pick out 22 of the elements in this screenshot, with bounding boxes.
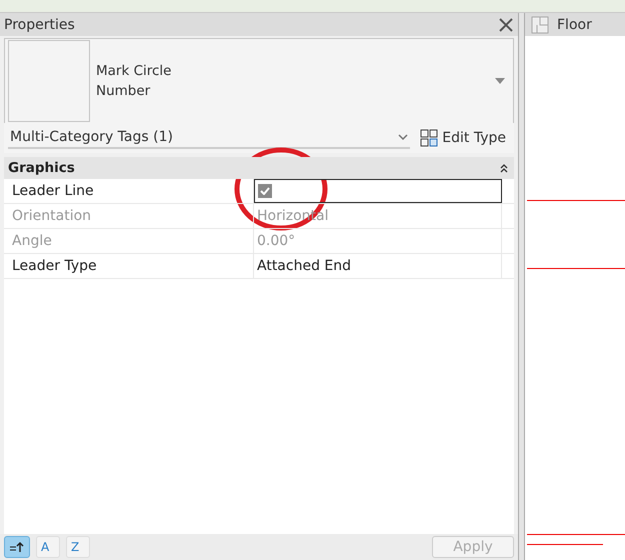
caret-icon[interactable] — [495, 78, 505, 84]
property-label: Angle — [4, 229, 254, 253]
property-value: 0.00° — [254, 229, 502, 253]
floor-plan-icon — [531, 16, 549, 34]
property-label: Orientation — [4, 204, 254, 228]
type-name: Mark Circle Number — [96, 62, 172, 101]
chevron-icon — [398, 134, 408, 140]
group-title: Graphics — [8, 160, 75, 176]
categorize-icon[interactable] — [4, 536, 30, 558]
property-label: Leader Line — [4, 179, 254, 203]
panel-title: Properties — [4, 16, 75, 32]
edit-type-icon — [420, 129, 438, 147]
property-value: Attached End — [254, 254, 502, 278]
instance-dropdown[interactable]: Multi-Category Tags (1) — [8, 127, 410, 149]
sort-button[interactable]: A — [36, 536, 60, 558]
close-icon[interactable] — [498, 16, 514, 32]
sort-button[interactable]: Z — [66, 536, 90, 558]
property-label: Leader Type — [4, 254, 254, 278]
property-field[interactable] — [254, 179, 502, 203]
collapse-icon[interactable] — [500, 164, 508, 172]
edit-type-button[interactable]: Edit Type — [420, 129, 506, 147]
checkbox[interactable] — [258, 184, 272, 198]
